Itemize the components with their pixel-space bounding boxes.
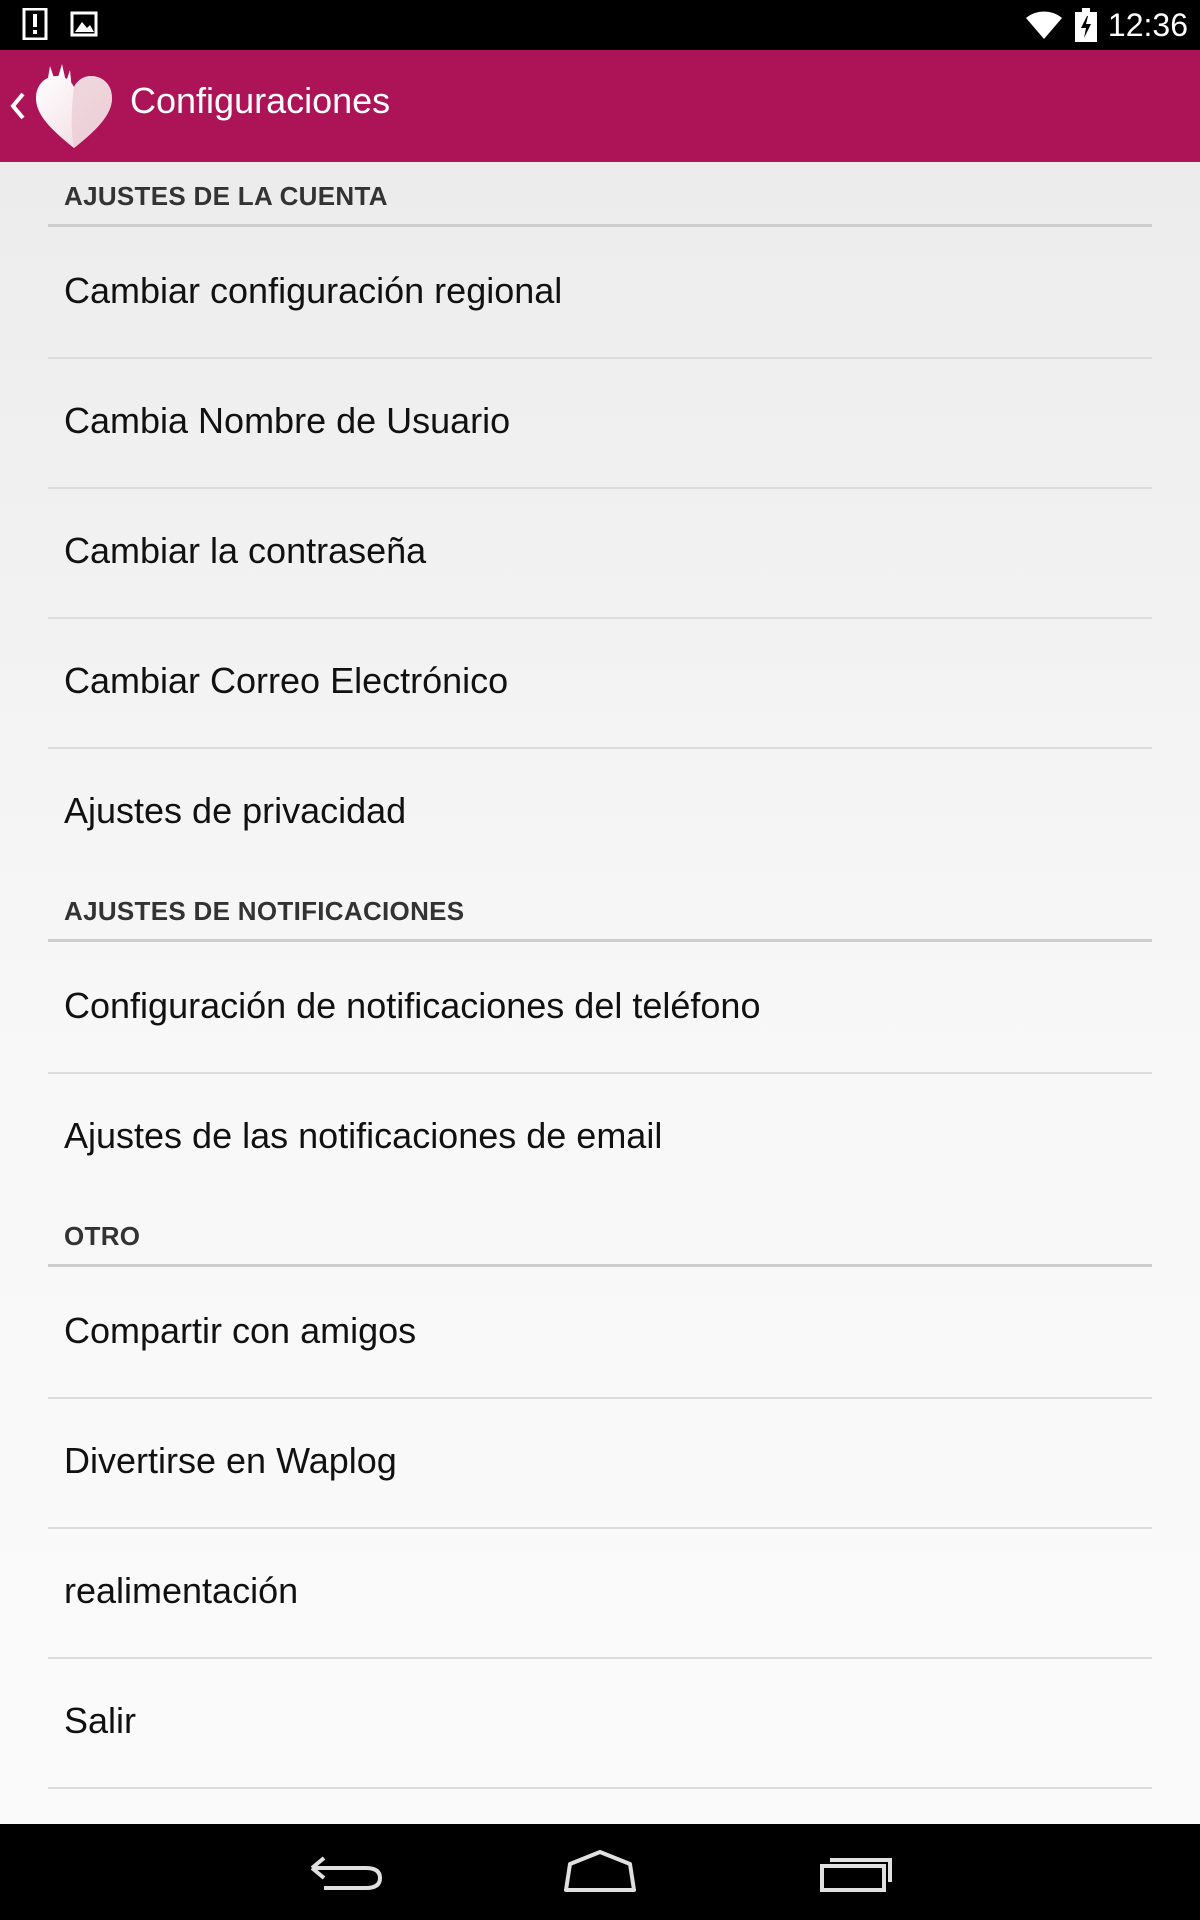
section-title: AJUSTES DE LA CUENTA <box>64 181 388 211</box>
alert-icon <box>22 8 48 40</box>
section-title: AJUSTES DE NOTIFICACIONES <box>64 896 465 926</box>
settings-item-username[interactable]: Cambia Nombre de Usuario <box>48 357 1152 489</box>
app-bar: Configuraciones <box>0 50 1200 162</box>
settings-item-label: Cambia Nombre de Usuario <box>64 400 511 441</box>
settings-item-label: Ajustes de privacidad <box>64 790 407 831</box>
wifi-icon <box>1025 11 1062 39</box>
page-title: Configuraciones <box>130 80 391 121</box>
status-time: 12:36 <box>1107 6 1188 43</box>
settings-item-label: Ajustes de las notificaciones de email <box>64 1115 663 1156</box>
settings-item-password[interactable]: Cambiar la contraseña <box>48 487 1152 619</box>
battery-charging-icon <box>1074 8 1097 42</box>
section-header-other: OTRO <box>48 1202 1152 1267</box>
settings-item-waplog[interactable]: Divertirse en Waplog <box>48 1397 1152 1529</box>
settings-item-regional[interactable]: Cambiar configuración regional <box>48 227 1152 359</box>
section-header-account: AJUSTES DE LA CUENTA <box>48 162 1152 227</box>
heart-flame-logo[interactable] <box>36 60 112 154</box>
settings-item-feedback[interactable]: realimentación <box>48 1527 1152 1659</box>
status-bar: 12:36 <box>0 0 1200 50</box>
settings-item-label: Cambiar la contraseña <box>64 530 427 571</box>
settings-item-share[interactable]: Compartir con amigos <box>48 1267 1152 1399</box>
settings-item-label: Configuración de notificaciones del telé… <box>64 985 761 1026</box>
section-header-notifications: AJUSTES DE NOTIFICACIONES <box>48 877 1152 942</box>
settings-item-label: Cambiar Correo Electrónico <box>64 660 509 701</box>
navigation-bar <box>0 1824 1200 1920</box>
settings-item-email[interactable]: Cambiar Correo Electrónico <box>48 617 1152 749</box>
settings-item-label: realimentación <box>64 1570 299 1611</box>
settings-item-label: Divertirse en Waplog <box>64 1440 397 1481</box>
home-icon[interactable] <box>540 1840 660 1904</box>
settings-item-label: Salir <box>64 1700 137 1741</box>
section-title: OTRO <box>64 1221 141 1251</box>
settings-item-email-notifications[interactable]: Ajustes de las notificaciones de email <box>48 1072 1152 1202</box>
settings-item-privacy[interactable]: Ajustes de privacidad <box>48 747 1152 877</box>
settings-item-label: Cambiar configuración regional <box>64 270 563 311</box>
settings-list: AJUSTES DE LA CUENTA Cambiar configuraci… <box>0 162 1200 1824</box>
back-icon[interactable] <box>284 1840 404 1904</box>
chevron-left-icon[interactable] <box>6 86 28 126</box>
settings-item-phone-notifications[interactable]: Configuración de notificaciones del telé… <box>48 942 1152 1074</box>
settings-item-label: Compartir con amigos <box>64 1310 417 1351</box>
settings-item-logout[interactable]: Salir <box>48 1657 1152 1789</box>
recent-apps-icon[interactable] <box>796 1840 916 1904</box>
image-icon <box>70 11 98 37</box>
